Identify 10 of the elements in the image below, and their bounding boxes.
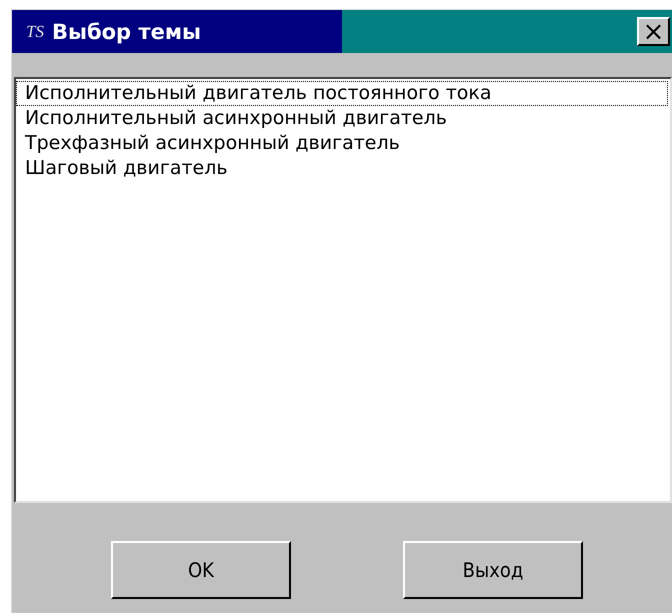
- list-item[interactable]: Исполнительный асинхронный двигатель: [16, 106, 668, 131]
- window-title: Выбор темы: [52, 20, 202, 44]
- list-item[interactable]: Исполнительный двигатель постоянного тока: [16, 81, 668, 106]
- list-item[interactable]: Шаговый двигатель: [16, 156, 668, 181]
- ok-button[interactable]: OK: [111, 541, 291, 599]
- exit-button[interactable]: Выход: [403, 541, 583, 599]
- topic-list[interactable]: Исполнительный двигатель постоянного тока Исполнительный асинхронный двигатель Трехфазный асинхронный двигатель Шаговый двигатель: [14, 77, 672, 503]
- app-logo: TS: [26, 22, 44, 42]
- close-button[interactable]: ×: [637, 17, 670, 46]
- list-item[interactable]: Трехфазный асинхронный двигатель: [16, 131, 668, 156]
